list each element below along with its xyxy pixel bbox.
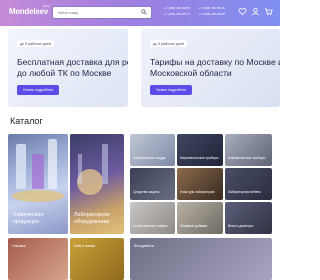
banner-title-line: Тарифы на доставку по Москве и <box>150 57 280 67</box>
logo-superscript: shop <box>43 4 50 8</box>
category-label: Инструменты <box>134 244 154 248</box>
category-label: Нагревательные приборы <box>180 156 219 160</box>
category-label: Пищевые добавки <box>180 224 208 228</box>
banner-title: Тарифы на доставку по Москве и Московско… <box>150 57 280 79</box>
category-label: Ножи для лаборатории <box>180 190 215 194</box>
learn-more-button[interactable]: Узнать подробнее <box>150 85 192 95</box>
search-icon[interactable] <box>141 9 147 15</box>
catalog-title: Каталог <box>10 116 43 126</box>
category-label: Средства защиты <box>133 190 160 194</box>
category-label: Лабораторная посуда <box>133 156 166 160</box>
category-tile[interactable]: Измерительные приборы <box>225 134 272 166</box>
site-logo[interactable]: Mendeleev <box>9 7 48 16</box>
category-label: Лабораторное оборудование <box>74 212 110 226</box>
banner-tag: до 5 рабочих дней <box>150 40 187 47</box>
category-label: Весы и дозаторы <box>228 224 254 228</box>
search-input[interactable]: Найти товар <box>52 6 152 19</box>
category-label-line: Лабораторное <box>74 212 110 218</box>
banner-tag: до 5 рабочих дней <box>17 40 54 47</box>
phone-number[interactable]: +7 (495) 252-55-88 <box>199 12 225 16</box>
category-label-line: продукция <box>13 219 40 225</box>
banner-title-line: Московской области <box>150 68 232 78</box>
category-label-line: оборудование <box>74 219 110 225</box>
category-label: Химическая продукция <box>13 212 43 226</box>
category-tile[interactable]: Лабораторная мебель <box>225 168 272 200</box>
learn-more-button[interactable]: Узнать подробнее <box>17 85 59 95</box>
category-tile[interactable]: Пищевые добавки <box>177 202 223 234</box>
heart-icon[interactable] <box>238 7 247 16</box>
cart-icon[interactable] <box>264 7 273 16</box>
site-header: Mendeleev shop Найти товар +7 (495) 252-… <box>0 0 280 26</box>
category-label: Измерительные приборы <box>228 156 266 160</box>
category-tile[interactable]: Нагревательные приборы <box>177 134 223 166</box>
category-tile[interactable]: Ножи для лаборатории <box>177 168 223 200</box>
category-tile-chemicals[interactable]: Химическая продукция <box>8 134 68 234</box>
category-tile[interactable]: Клей и смазки <box>70 238 124 280</box>
banner-title: Бесплатная доставка для регионов до любо… <box>17 57 128 79</box>
phone-number[interactable]: +7 (495) 252-55-55 <box>164 6 190 10</box>
phone-numbers: +7 (495) 252-55-55 +7 (495) 252-55-66 +7… <box>164 6 234 20</box>
user-icon[interactable] <box>251 7 260 16</box>
category-label: Клей и смазки <box>74 244 95 248</box>
phone-number[interactable]: +7 (495) 252-55-66 <box>199 6 225 10</box>
category-tile[interactable]: Весы и дозаторы <box>225 202 272 234</box>
promo-banner-delivery-rates[interactable]: до 5 рабочих дней Тарифы на доставку по … <box>141 29 280 107</box>
category-tile[interactable]: Упаковка <box>8 238 68 280</box>
category-label: Лабораторная мебель <box>228 190 261 194</box>
category-label-line: Химическая <box>13 212 44 218</box>
category-tile[interactable]: Средства защиты <box>130 168 175 200</box>
promo-banner-free-delivery[interactable]: до 5 рабочих дней Бесплатная доставка дл… <box>8 29 128 107</box>
category-tile[interactable]: Инструменты <box>130 238 272 280</box>
banner-title-line: до любой ТК по Москве <box>17 68 112 78</box>
category-tile-lab-equipment[interactable]: Лабораторное оборудование <box>70 134 124 234</box>
category-tile[interactable]: Лабораторная посуда <box>130 134 175 166</box>
category-label: Упаковка <box>12 244 26 248</box>
banner-title-line: Бесплатная доставка для регионов <box>17 57 128 67</box>
phone-number[interactable]: +7 (495) 252-55-77 <box>164 12 190 16</box>
category-tile[interactable]: Хозяйственные товары <box>130 202 175 234</box>
category-label: Хозяйственные товары <box>133 224 168 228</box>
